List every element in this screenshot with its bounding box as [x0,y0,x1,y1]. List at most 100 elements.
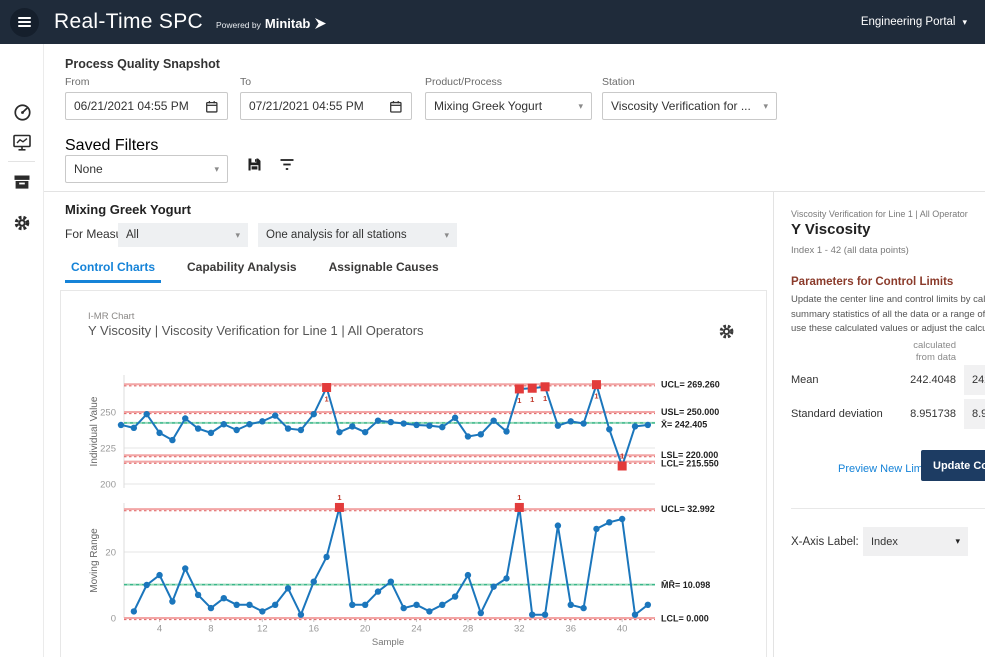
calculated-column-header: calculated from data [884,340,956,364]
chart-type-label: I-MR Chart [88,311,134,322]
svg-text:Individual Value: Individual Value [89,396,100,466]
svg-text:0: 0 [111,614,116,625]
save-filter-button[interactable] [242,152,266,176]
mean-calculated-value: 242.4048 [878,374,956,386]
from-date-field-group: From [65,76,228,120]
svg-text:1: 1 [620,452,624,461]
app-title: Real-Time SPC [54,10,203,34]
minitab-logo-icon [315,18,327,29]
chevron-down-icon: ▾ [444,230,449,241]
parameters-description: Update the center line and control limit… [791,293,985,337]
tab-capability-analysis[interactable]: Capability Analysis [181,259,303,283]
sidebar-item-dashboard[interactable] [8,98,36,126]
moving-range-chart: 200Moving Range481216202428323640Sample1… [89,493,715,648]
process-title: Mixing Greek Yogurt [65,202,191,217]
portal-label: Engineering Portal [861,16,956,28]
svg-text:USL= 250.000: USL= 250.000 [661,407,719,417]
svg-text:250: 250 [100,408,116,419]
panel-subtitle: Viscosity Verification for Line 1 | All … [791,209,985,219]
stddev-input[interactable] [964,399,985,429]
svg-text:M̄R̄= 10.098: M̄R̄= 10.098 [661,580,710,590]
individuals-chart: 250225200Individual Value111111UCL= 269.… [89,375,720,491]
portal-menu[interactable]: Engineering Portal ▾ [861,16,967,28]
to-label: To [240,76,412,88]
product-process-select[interactable]: Mixing Greek Yogurt ▾ [425,92,592,120]
svg-text:40: 40 [617,624,628,635]
to-date-input[interactable] [249,99,389,113]
tab-assignable-causes[interactable]: Assignable Causes [323,259,445,283]
sidebar-item-settings[interactable] [8,209,36,237]
x-axis-select[interactable]: Index ▾ [863,527,968,556]
svg-text:20: 20 [105,548,116,559]
sidebar-item-archive[interactable] [8,168,36,196]
from-label: From [65,76,228,88]
brand-name: Minitab [265,16,311,31]
app-title-group: Real-Time SPC Powered by Minitab [54,10,327,34]
analysis-section: Mixing Greek Yogurt For Measure: All ▾ O… [44,193,773,303]
menu-button[interactable] [10,8,39,37]
chevron-down-icon: ▾ [955,536,960,547]
x-axis-label: X-Axis Label: [791,536,859,548]
measure-select[interactable]: All ▾ [118,223,248,247]
svg-text:20: 20 [360,624,371,635]
svg-text:UCL= 269.260: UCL= 269.260 [661,379,720,389]
saved-filters-label: Saved Filters [65,137,158,154]
svg-text:16: 16 [308,624,319,635]
svg-text:UCL= 32.992: UCL= 32.992 [661,504,715,514]
powered-by-label: Powered by [216,20,261,30]
filter-options-button[interactable] [275,152,299,176]
stddev-row-label: Standard deviation [791,408,883,420]
panel-divider [791,508,985,509]
chevron-down-icon: ▾ [235,230,240,241]
stddev-calculated-value: 8.951738 [878,408,956,420]
svg-text:12: 12 [257,624,268,635]
svg-text:24: 24 [411,624,422,635]
preview-new-limits-link[interactable]: Preview New Limits [838,463,934,475]
update-control-limits-button[interactable]: Update Control Limits [921,450,985,481]
calendar-icon[interactable] [205,99,219,114]
chart-settings-button[interactable] [716,321,736,341]
sidebar-divider [8,161,35,162]
svg-text:Moving Range: Moving Range [89,528,100,593]
gear-icon [718,323,735,340]
svg-text:32: 32 [514,624,525,635]
chevron-down-icon: ▾ [578,101,583,112]
save-icon [246,156,263,173]
saved-filters-group: Saved Filters None ▾ [65,137,228,183]
monitor-chart-icon [12,133,32,152]
svg-text:1: 1 [517,396,521,405]
tab-control-charts[interactable]: Control Charts [65,259,161,283]
station-label: Station [602,76,777,88]
svg-text:X̄= 242.405: X̄= 242.405 [661,419,707,429]
section-title: Process Quality Snapshot [65,57,220,71]
hamburger-icon [18,17,31,19]
saved-filters-select[interactable]: None ▾ [65,155,228,183]
svg-text:LCL= 215.550: LCL= 215.550 [661,459,719,469]
product-process-label: Product/Process [425,76,592,88]
svg-text:1: 1 [337,493,341,502]
index-info: Index 1 - 42 (all data points) [791,245,909,256]
svg-text:28: 28 [463,624,474,635]
svg-text:1: 1 [530,395,534,404]
details-panel: Viscosity Verification for Line 1 | All … [773,192,985,657]
parameters-section-title: Parameters for Control Limits [791,276,953,288]
svg-text:4: 4 [157,624,162,635]
analysis-mode-select[interactable]: One analysis for all stations ▾ [258,223,457,247]
svg-text:1: 1 [594,392,598,401]
panel-title: Y Viscosity [791,221,871,238]
gauge-icon [13,103,32,122]
app-header: Real-Time SPC Powered by Minitab Enginee… [0,0,985,44]
mean-input[interactable] [964,365,985,395]
sidebar-item-charts[interactable] [8,128,36,156]
svg-text:36: 36 [565,624,576,635]
filter-icon [279,157,295,172]
station-field-group: Station Viscosity Verification for ... ▾ [602,76,777,120]
from-date-input[interactable] [74,99,205,113]
svg-text:8: 8 [208,624,213,635]
svg-text:1: 1 [543,394,547,403]
analysis-tabs: Control Charts Capability Analysis Assig… [65,259,445,283]
sidebar [0,44,44,657]
station-select[interactable]: Viscosity Verification for ... ▾ [602,92,777,120]
filter-section: Process Quality Snapshot From To [44,44,985,192]
calendar-icon[interactable] [389,99,403,114]
